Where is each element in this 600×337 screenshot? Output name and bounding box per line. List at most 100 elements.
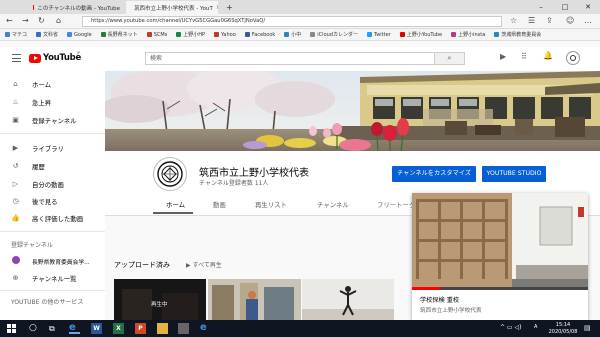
search-input[interactable]: 検索 [145, 52, 435, 65]
edge-legacy-icon[interactable]: e [200, 323, 211, 334]
divider [0, 231, 105, 232]
windows-start-icon[interactable] [6, 323, 17, 334]
maximize-icon[interactable]: □ [553, 0, 577, 14]
search-button[interactable]: ⌕ [435, 52, 465, 65]
bookmark-item[interactable]: 文科省 [36, 31, 58, 38]
customize-channel-button[interactable]: チャンネルをカスタマイズ [392, 166, 476, 182]
task-view-icon[interactable]: ⧉ [49, 323, 60, 334]
bookmark-item[interactable]: 茨城県教育委員会 [494, 31, 541, 38]
account-avatar[interactable] [566, 51, 580, 65]
sidebar-item-library[interactable]: ▶ ライブラリ [0, 141, 105, 155]
subscriptions-icon: ▣ [12, 116, 19, 124]
mini-player-video[interactable] [412, 193, 588, 290]
bookmark-item[interactable]: SCMs [146, 31, 168, 38]
bookmark-item[interactable]: iCloudカレンダー [310, 31, 358, 38]
edge-taskbar-icon[interactable]: e [69, 323, 80, 334]
video-thumbnail[interactable] [208, 279, 301, 320]
file-explorer-icon[interactable] [157, 323, 168, 334]
favorite-star-icon[interactable]: ☆ [510, 16, 517, 25]
new-tab-button[interactable]: + [221, 1, 235, 14]
sidebar-item-label: 自分の動画 [32, 180, 64, 189]
bookmark-favicon-icon [176, 32, 182, 37]
mini-player-channel[interactable]: 筑西市立上野小学校代表 [420, 306, 482, 314]
bookmark-item[interactable]: 長野県ネット [100, 31, 138, 38]
channel-avatar[interactable] [153, 157, 187, 191]
bookmark-item[interactable]: 小中 [284, 31, 301, 38]
favorites-icon[interactable]: ☰ [528, 16, 535, 25]
bookmark-label: 茨城県教育委員会 [501, 32, 542, 38]
tab-home[interactable]: ホーム [166, 200, 185, 209]
share-icon[interactable]: ⇪ [546, 16, 553, 25]
menu-icon[interactable] [12, 54, 21, 62]
play-all-button[interactable]: ▶ すべて再生 [186, 260, 222, 269]
bookmark-item[interactable]: 上野小insta [451, 31, 485, 38]
sidebar-item-subscribed-channel[interactable]: 長野県教育委員会学... [0, 254, 105, 268]
excel-icon[interactable]: X [113, 323, 124, 334]
bookmark-item[interactable]: 上野小HP [176, 31, 205, 38]
bookmark-item[interactable]: マテコ [5, 31, 27, 38]
bookmark-favicon-icon [100, 32, 106, 37]
tray-icons[interactable]: ^ ▭ ◁) [500, 324, 521, 331]
create-video-icon[interactable]: ▶ [500, 52, 506, 61]
divider [0, 290, 105, 291]
browser-tab-0[interactable]: このチャンネルの動画 - YouTube [28, 1, 125, 14]
video-thumbnail[interactable] [302, 279, 394, 320]
mini-player-title[interactable]: 学校探検 重校 [420, 295, 459, 304]
youtube-studio-button[interactable]: YOUTUBE STUDIO [482, 166, 546, 182]
liked-videos-icon: 👍 [11, 214, 20, 222]
forward-icon[interactable]: → [22, 16, 29, 25]
apps-icon[interactable]: ⠿ [521, 52, 527, 61]
sidebar-item-home[interactable]: ⌂ ホーム [0, 77, 105, 91]
youtube-logo-text[interactable]: YouTube [43, 53, 81, 63]
back-icon[interactable]: ← [6, 16, 13, 25]
sidebar-item-trending[interactable]: ♨ 急上昇 [0, 95, 105, 109]
close-tab-icon[interactable]: × [216, 4, 218, 11]
browse-channels-icon: ⊕ [12, 274, 19, 282]
bookmark-favicon-icon [494, 32, 500, 37]
bookmark-item[interactable]: Facebook [244, 32, 275, 38]
sidebar-item-liked-videos[interactable]: 👍 高く評価した動画 [0, 211, 105, 225]
search-taskbar-icon[interactable]: ○ [29, 323, 40, 334]
bookmark-label: SCMs [153, 31, 168, 38]
video-thumbnail[interactable]: 再生中 [114, 279, 206, 320]
bookmark-item[interactable]: Yahoo [214, 32, 236, 38]
sidebar-item-subscriptions[interactable]: ▣ 登録チャンネル [0, 113, 105, 127]
calculator-icon[interactable] [178, 323, 189, 334]
subscriber-count: チャンネル登録者数 11人 [199, 180, 269, 187]
bookmark-item[interactable]: Twitter [366, 32, 391, 38]
more-icon[interactable]: … [584, 16, 592, 25]
region-code: JP [77, 51, 81, 55]
close-window-icon[interactable]: ✕ [576, 0, 600, 14]
youtube-logo-icon[interactable] [29, 54, 41, 63]
sidebar-item-history[interactable]: ↺ 履歴 [0, 159, 105, 173]
word-icon[interactable]: W [91, 323, 102, 334]
tab-playlists[interactable]: 再生リスト [255, 200, 287, 209]
home-browser-icon[interactable]: ⌂ [56, 16, 61, 25]
uploads-heading[interactable]: アップロード済み [114, 260, 170, 270]
notifications-icon[interactable]: 🔔 [543, 51, 553, 60]
tab-videos[interactable]: 動画 [213, 200, 226, 209]
bookmark-favicon-icon [366, 32, 372, 37]
browser-tab-1[interactable]: 筑西市立上野小学校代表 - YouT × [126, 1, 218, 14]
clock[interactable]: 15:14 2020/05/08 [548, 322, 578, 335]
url-field[interactable]: https://www.youtube.com/channel/UCYvG5CG… [82, 16, 502, 27]
tab-discussion[interactable]: フリートーク [377, 200, 415, 209]
progress-bar[interactable] [412, 287, 440, 290]
sidebar-item-browse-channels[interactable]: ⊕ チャンネル一覧 [0, 271, 105, 285]
bookmark-item[interactable]: 上野小YouTube [399, 31, 442, 38]
minimize-icon[interactable]: – [529, 0, 553, 14]
youtube-favicon-icon [33, 5, 40, 10]
refresh-icon[interactable]: ↻ [38, 16, 45, 25]
sidebar-item-watch-later[interactable]: ◷ 後で見る [0, 194, 105, 208]
bookmark-favicon-icon [244, 32, 250, 37]
powerpoint-icon[interactable]: P [135, 323, 146, 334]
tab-title: 筑西市立上野小学校代表 - YouT [134, 5, 213, 12]
bookmark-item[interactable]: Google [67, 32, 92, 38]
now-playing-badge: 再生中 [151, 302, 168, 308]
ime-indicator[interactable]: A [534, 324, 537, 330]
mini-player[interactable]: 学校探検 重校 筑西市立上野小学校代表 [412, 193, 588, 320]
tab-channels[interactable]: チャンネル [317, 200, 349, 209]
sidebar-item-your-videos[interactable]: ▷ 自分の動画 [0, 177, 105, 191]
notifications-center-icon[interactable]: ▤ [584, 324, 591, 332]
profile-icon[interactable]: ☺ [566, 16, 574, 25]
